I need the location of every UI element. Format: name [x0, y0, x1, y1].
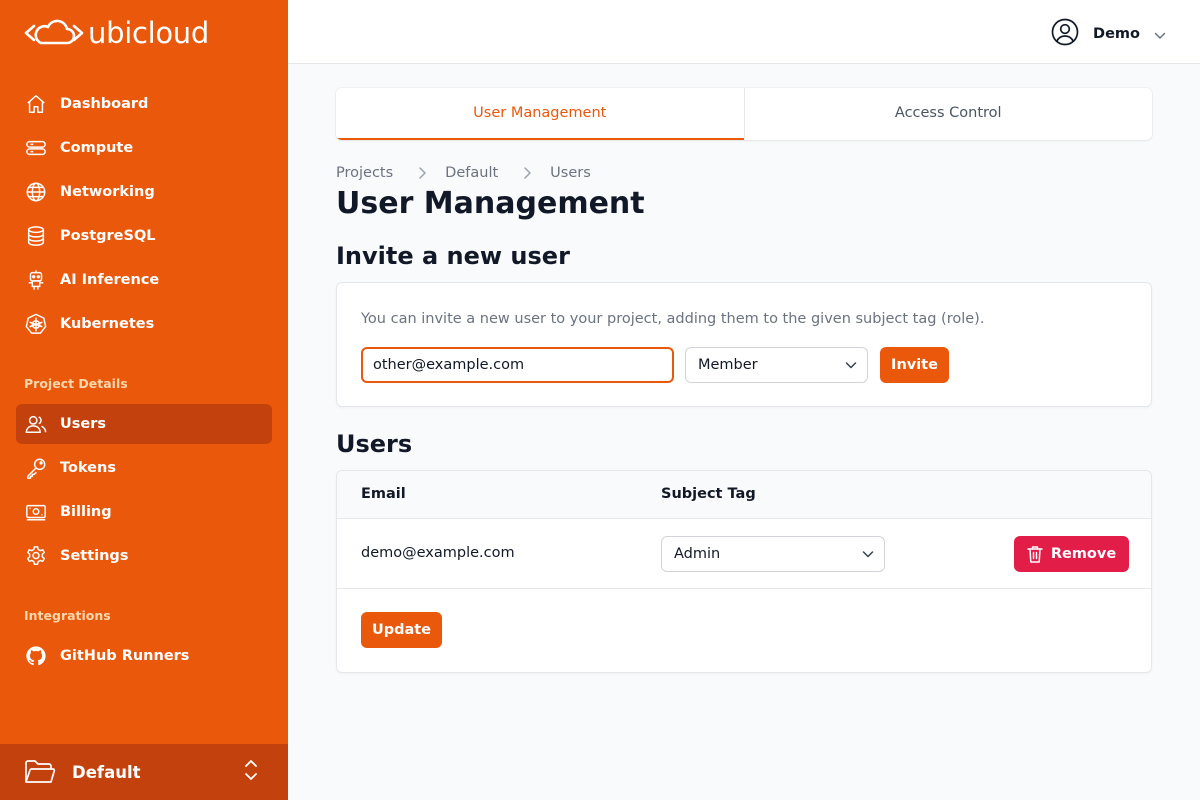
subject-tag-value: Admin — [674, 546, 721, 562]
integrations-heading: Integrations — [24, 608, 111, 623]
user-name: Demo — [1093, 26, 1140, 42]
table-row: demo@example.com Admin Remove — [337, 519, 1151, 589]
chevron-up-down-icon — [244, 758, 258, 786]
project-switcher[interactable]: Default — [0, 744, 288, 800]
breadcrumb-users[interactable]: Users — [550, 165, 591, 181]
sidebar-item-label: GitHub Runners — [60, 648, 190, 664]
role-select-value: Member — [698, 357, 758, 373]
user-email: demo@example.com — [361, 545, 515, 561]
subject-tag-select[interactable]: Admin — [661, 536, 885, 572]
remove-user-button[interactable]: Remove — [1014, 536, 1129, 572]
sidebar-item-dashboard[interactable]: Dashboard — [16, 84, 272, 124]
ubicloud-logo[interactable]: ubicloud — [24, 16, 209, 50]
kubernetes-icon — [24, 312, 48, 336]
sidebar-item-github-runners[interactable]: GitHub Runners — [16, 636, 272, 676]
users-table: Email Subject Tag demo@example.com Admin… — [336, 470, 1152, 673]
page-title: User Management — [336, 186, 645, 221]
chevron-down-icon — [1154, 25, 1166, 44]
project-details-heading: Project Details — [24, 376, 128, 391]
chevron-down-icon — [845, 359, 857, 375]
page-tabs: User Management Access Control — [336, 88, 1152, 140]
chevron-right-icon — [520, 167, 534, 179]
robot-icon — [24, 268, 48, 292]
breadcrumb-default[interactable]: Default — [445, 165, 498, 181]
gear-icon — [24, 544, 48, 568]
folder-icon — [24, 758, 56, 786]
sidebar-item-users[interactable]: Users — [16, 404, 272, 444]
table-header: Email Subject Tag — [337, 471, 1151, 519]
sidebar-item-label: PostgreSQL — [60, 228, 156, 244]
sidebar-item-networking[interactable]: Networking — [16, 172, 272, 212]
sidebar-item-label: Networking — [60, 184, 155, 200]
sidebar-item-label: Compute — [60, 140, 134, 156]
sidebar: ubicloud Dashboard Compute Networking Po… — [0, 0, 288, 800]
database-icon — [24, 224, 48, 248]
user-menu[interactable]: Demo — [1051, 18, 1166, 50]
cloud-logo-icon — [24, 19, 84, 45]
trash-icon — [1027, 545, 1043, 563]
sidebar-item-label: Tokens — [60, 460, 116, 476]
project-name: Default — [72, 762, 141, 782]
tab-user-management[interactable]: User Management — [336, 88, 744, 140]
globe-icon — [24, 180, 48, 204]
server-icon — [24, 136, 48, 160]
github-icon — [24, 644, 48, 668]
tab-access-control[interactable]: Access Control — [743, 88, 1153, 140]
sidebar-item-tokens[interactable]: Tokens — [16, 448, 272, 488]
sidebar-item-kubernetes[interactable]: Kubernetes — [16, 304, 272, 344]
column-header-subject-tag: Subject Tag — [661, 486, 756, 502]
breadcrumb-projects[interactable]: Projects — [336, 165, 393, 181]
breadcrumb: Projects Default Users — [336, 165, 591, 181]
column-header-email: Email — [361, 486, 406, 502]
invite-section-title: Invite a new user — [336, 242, 570, 270]
invite-card: You can invite a new user to your projec… — [336, 282, 1152, 407]
sidebar-item-label: Settings — [60, 548, 129, 564]
update-button[interactable]: Update — [361, 612, 442, 648]
home-icon — [24, 92, 48, 116]
users-icon — [24, 412, 48, 436]
chevron-right-icon — [415, 167, 429, 179]
email-field[interactable] — [361, 347, 674, 383]
top-bar: Demo — [288, 0, 1200, 64]
role-select[interactable]: Member — [685, 347, 868, 383]
sidebar-item-compute[interactable]: Compute — [16, 128, 272, 168]
users-section-title: Users — [336, 430, 413, 458]
sidebar-item-label: Users — [60, 416, 107, 432]
banknote-icon — [24, 500, 48, 524]
sidebar-item-label: Billing — [60, 504, 112, 520]
sidebar-item-label: Dashboard — [60, 96, 149, 112]
sidebar-item-ai-inference[interactable]: AI Inference — [16, 260, 272, 300]
key-icon — [24, 456, 48, 480]
chevron-down-icon — [862, 548, 874, 564]
sidebar-item-postgresql[interactable]: PostgreSQL — [16, 216, 272, 256]
remove-label: Remove — [1050, 546, 1117, 562]
invite-button[interactable]: Invite — [880, 347, 949, 383]
brand-name: ubicloud — [88, 15, 209, 50]
sidebar-item-billing[interactable]: Billing — [16, 492, 272, 532]
sidebar-item-label: AI Inference — [60, 272, 160, 288]
sidebar-item-label: Kubernetes — [60, 316, 155, 332]
user-circle-icon — [1051, 18, 1079, 50]
sidebar-item-settings[interactable]: Settings — [16, 536, 272, 576]
invite-description: You can invite a new user to your projec… — [361, 311, 985, 327]
